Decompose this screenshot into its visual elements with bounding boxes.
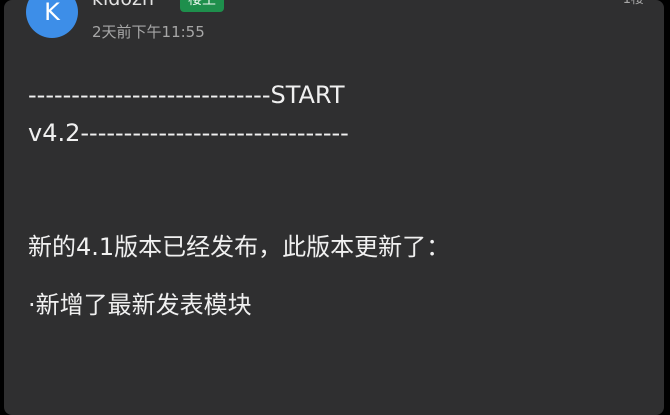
post-header: K kidozh 楼主 2天前下午11:55 1楼 xyxy=(4,0,664,46)
username-link[interactable]: kidozh xyxy=(92,0,154,10)
separator-start-line: ----------------------------START xyxy=(28,81,345,109)
post-content: ----------------------------START v4.2--… xyxy=(28,76,648,324)
floor-number: 1楼 xyxy=(623,0,644,8)
post-timestamp: 2天前下午11:55 xyxy=(92,23,205,41)
announcement-text: 新的4.1版本已经发布，此版本更新了： xyxy=(28,233,451,261)
update-list-item: ·新增了最新发表模块 xyxy=(28,291,252,319)
version-line: v4.2------------------------------- xyxy=(28,119,349,147)
original-poster-badge: 楼主 xyxy=(180,0,224,12)
post-card: K kidozh 楼主 2天前下午11:55 1楼 --------------… xyxy=(4,0,664,415)
avatar[interactable]: K xyxy=(26,0,78,38)
